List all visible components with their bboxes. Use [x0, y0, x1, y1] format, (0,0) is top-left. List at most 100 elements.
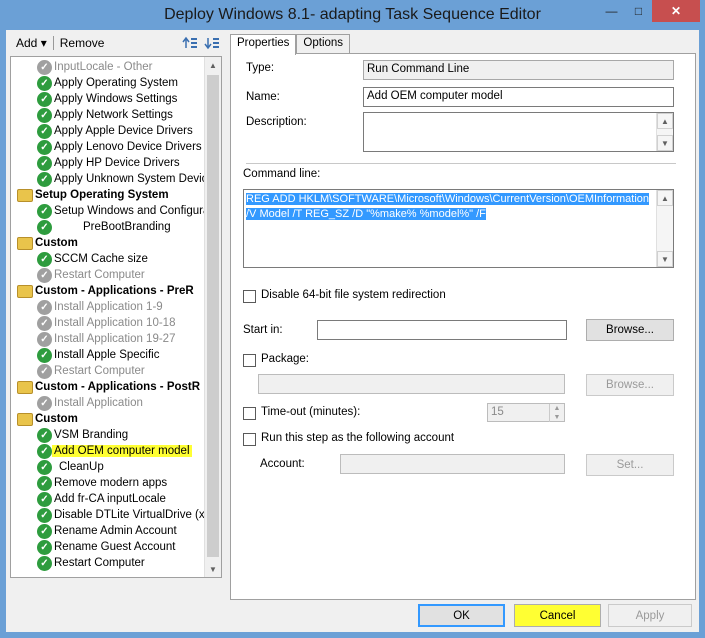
- tree-step[interactable]: ✓ Install Application 19-27: [37, 331, 177, 347]
- tree-step[interactable]: ✓ Install Application 1-9: [37, 299, 165, 315]
- tree-step[interactable]: ✓ VSM Branding: [37, 427, 130, 443]
- remove-button[interactable]: Remove: [54, 36, 111, 50]
- spin-down-icon[interactable]: ▼: [550, 413, 564, 422]
- tree-item-label: Install Application 19-27: [54, 333, 176, 345]
- tree-step[interactable]: ✓ Apply Unknown System Device: [37, 171, 216, 187]
- command-line-input[interactable]: REG ADD HKLM\SOFTWARE\Microsoft\Windows\…: [243, 189, 674, 268]
- cancel-button[interactable]: Cancel: [514, 604, 601, 627]
- spin-up-icon[interactable]: ▲: [550, 404, 564, 413]
- add-menu-button[interactable]: Add ▾: [10, 36, 53, 50]
- pane-splitter[interactable]: [225, 56, 228, 578]
- package-input[interactable]: [258, 374, 565, 394]
- tree-step[interactable]: ✓ InputLocale - Other: [37, 59, 154, 75]
- scroll-up-icon[interactable]: ▲: [657, 113, 673, 129]
- run-as-account-label: Run this step as the following account: [261, 432, 455, 444]
- scrollbar-thumb[interactable]: [207, 75, 219, 557]
- tree-step[interactable]: ✓ Restart Computer: [37, 363, 147, 379]
- title-bar[interactable]: Deploy Windows 8.1- adapting Task Sequen…: [0, 0, 705, 30]
- tree-item-label: Apply Network Settings: [54, 109, 173, 121]
- tree-item-label: Install Application 1-9: [54, 301, 163, 313]
- folder-icon: [17, 188, 33, 202]
- tree-scrollbar[interactable]: ▲ ▼: [204, 57, 221, 577]
- scroll-up-icon[interactable]: ▲: [657, 190, 673, 206]
- tree-step[interactable]: ✓ CleanUp: [37, 459, 106, 475]
- step-check-icon: ✓: [37, 203, 52, 219]
- timeout-checkbox[interactable]: [243, 407, 256, 420]
- tree-step[interactable]: ✓ Add OEM computer model: [37, 443, 192, 459]
- tree-step[interactable]: ✓ Apply HP Device Drivers: [37, 155, 182, 171]
- apply-button[interactable]: Apply: [608, 604, 692, 627]
- tree-step[interactable]: ✓ Remove modern apps: [37, 475, 169, 491]
- tree-item-label: Apply Lenovo Device Drivers: [54, 141, 202, 153]
- tree-step[interactable]: ✓ Restart Computer: [37, 267, 147, 283]
- section-divider: [246, 163, 676, 164]
- tree-step[interactable]: ✓ Apply Network Settings: [37, 107, 175, 123]
- tree-step[interactable]: ✓ Install Application: [37, 395, 145, 411]
- tree-group[interactable]: Custom: [17, 411, 80, 427]
- tree-item-label: Disable DTLite VirtualDrive (x6: [54, 509, 212, 521]
- timeout-spinner[interactable]: 15 ▲ ▼: [487, 403, 565, 422]
- move-up-icon[interactable]: [182, 35, 198, 51]
- disabled-step-icon: ✓: [37, 363, 52, 379]
- tree-step[interactable]: ✓ Rename Guest Account: [37, 539, 177, 555]
- tree-group[interactable]: Custom - Applications - PreR: [17, 283, 196, 299]
- tree-step[interactable]: ✓ Apply Operating System: [37, 75, 180, 91]
- disabled-step-icon: ✓: [37, 59, 52, 75]
- step-check-icon: ✓: [37, 107, 52, 123]
- tree-group[interactable]: Custom - Applications - PostR: [17, 379, 202, 395]
- description-input[interactable]: ▲ ▼: [363, 112, 674, 152]
- run-as-account-checkbox[interactable]: [243, 433, 256, 446]
- timeout-spin-buttons[interactable]: ▲ ▼: [549, 404, 564, 422]
- account-input[interactable]: [340, 454, 565, 474]
- tree-group[interactable]: Custom: [17, 235, 80, 251]
- tab-options[interactable]: Options: [296, 34, 351, 54]
- scroll-down-icon[interactable]: ▼: [657, 251, 673, 267]
- tree-item-label: Install Application: [54, 397, 143, 409]
- tree-step[interactable]: ✓ Apply Apple Device Drivers: [37, 123, 195, 139]
- start-in-browse-button[interactable]: Browse...: [586, 319, 674, 341]
- package-browse-button[interactable]: Browse...: [586, 374, 674, 396]
- start-in-input[interactable]: [317, 320, 567, 340]
- close-button[interactable]: ✕: [652, 0, 700, 22]
- close-icon: ✕: [670, 4, 682, 18]
- tree-step[interactable]: ✓ Setup Windows and Configura: [37, 203, 211, 219]
- tree-item-label: SCCM Cache size: [54, 253, 148, 265]
- scroll-down-icon[interactable]: ▼: [205, 561, 221, 577]
- step-check-icon: ✓: [37, 475, 52, 491]
- command-line-scrollbar[interactable]: ▲ ▼: [656, 190, 673, 267]
- tree-item-label: Apply Operating System: [54, 77, 179, 89]
- step-check-icon: ✓: [37, 171, 52, 187]
- tree-step[interactable]: ✓ SCCM Cache size: [37, 251, 150, 267]
- tree-step[interactable]: ✓ Apply Lenovo Device Drivers: [37, 139, 204, 155]
- disable-64bit-checkbox[interactable]: [243, 290, 256, 303]
- tree-step[interactable]: ✓ PreBootBranding: [37, 219, 173, 235]
- tree-step[interactable]: ✓ Install Application 10-18: [37, 315, 177, 331]
- tree-step[interactable]: ✓ Add fr-CA inputLocale: [37, 491, 168, 507]
- description-scrollbar[interactable]: ▲ ▼: [656, 113, 673, 151]
- package-checkbox[interactable]: [243, 354, 256, 367]
- tree-step[interactable]: ✓ Apply Windows Settings: [37, 91, 179, 107]
- ok-button[interactable]: OK: [418, 604, 505, 627]
- minimize-button[interactable]: —: [598, 0, 625, 22]
- timeout-label: Time-out (minutes):: [261, 406, 361, 418]
- account-set-button[interactable]: Set...: [586, 454, 674, 476]
- tree-item-label: PreBootBranding: [83, 221, 171, 233]
- maximize-button[interactable]: □: [625, 0, 652, 22]
- tree-item-label: Rename Admin Account: [54, 525, 177, 537]
- name-input[interactable]: Add OEM computer model: [363, 87, 674, 107]
- timeout-value: 15: [491, 406, 504, 418]
- tree-step[interactable]: ✓ Install Apple Specific: [37, 347, 161, 363]
- tree-step[interactable]: ✓ Disable DTLite VirtualDrive (x6: [37, 507, 213, 523]
- tree-group[interactable]: Setup Operating System: [17, 187, 171, 203]
- step-check-icon: ✓: [37, 443, 52, 459]
- name-label: Name:: [246, 91, 280, 103]
- tree-item-label: Add fr-CA inputLocale: [54, 493, 166, 505]
- tree-step[interactable]: ✓ Restart Computer: [37, 555, 147, 571]
- scroll-down-icon[interactable]: ▼: [657, 135, 673, 151]
- task-sequence-tree[interactable]: ✓ InputLocale - Other ✓ Apply Operating Sys…: [10, 56, 222, 578]
- tree-step[interactable]: ✓ Rename Admin Account: [37, 523, 179, 539]
- tree-item-label: Restart Computer: [54, 557, 145, 569]
- move-down-icon[interactable]: [204, 35, 220, 51]
- tab-properties[interactable]: Properties: [230, 34, 297, 55]
- scroll-up-icon[interactable]: ▲: [205, 57, 221, 73]
